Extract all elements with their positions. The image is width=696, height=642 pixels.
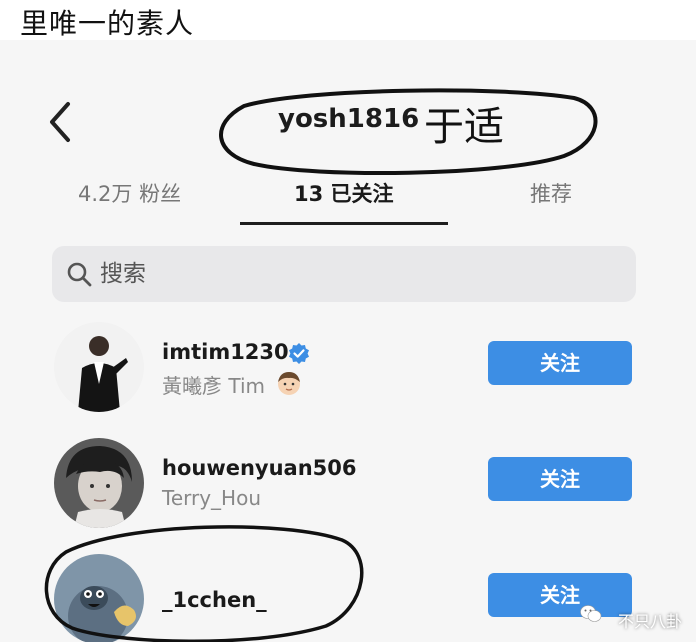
search-input[interactable] bbox=[100, 246, 620, 302]
follow-button[interactable]: 关注 bbox=[488, 573, 632, 617]
avatar[interactable] bbox=[54, 322, 144, 412]
search-bar[interactable] bbox=[52, 246, 636, 302]
follow-button[interactable]: 关注 bbox=[488, 457, 632, 501]
username: _1cchen_ bbox=[162, 588, 267, 612]
display-name: 黃曦彥 Tim bbox=[162, 374, 265, 398]
caption-banner: 里唯一的素人 bbox=[0, 0, 696, 40]
face-emoji-icon bbox=[276, 370, 302, 396]
screenshot-page: 里唯一的素人 yosh1816 于适 4.2万 粉丝 13 已关注 推荐 搜索 … bbox=[0, 0, 696, 642]
avatar[interactable] bbox=[54, 554, 144, 642]
display-name: Terry_Hou bbox=[162, 486, 262, 510]
avatar[interactable] bbox=[54, 438, 144, 528]
watermark-text: 不只八卦 bbox=[617, 612, 682, 631]
tab-recommended[interactable]: 推荐 bbox=[530, 178, 572, 208]
follow-button[interactable]: 关注 bbox=[488, 341, 632, 385]
username: imtim1230 bbox=[162, 340, 289, 364]
verified-badge-icon bbox=[288, 342, 310, 364]
list-item[interactable]: imtim1230 黃曦彥 Tim 关注 bbox=[0, 320, 696, 430]
tab-following[interactable]: 13 已关注 bbox=[294, 178, 394, 208]
active-tab-indicator bbox=[240, 222, 448, 225]
list-item[interactable]: houwenyuan506 Terry_Hou 关注 bbox=[0, 436, 696, 546]
profile-display-name: 于适 bbox=[424, 104, 504, 150]
wechat-icon bbox=[580, 604, 602, 624]
caption-text: 里唯一的素人 bbox=[20, 7, 195, 40]
profile-username: yosh1816 bbox=[278, 104, 420, 134]
chevron-left-icon[interactable] bbox=[42, 98, 82, 146]
tab-followers[interactable]: 4.2万 粉丝 bbox=[78, 178, 181, 208]
username: houwenyuan506 bbox=[162, 456, 357, 480]
list-item[interactable]: _1cchen_ 关注 bbox=[0, 552, 696, 642]
search-icon bbox=[66, 261, 92, 287]
